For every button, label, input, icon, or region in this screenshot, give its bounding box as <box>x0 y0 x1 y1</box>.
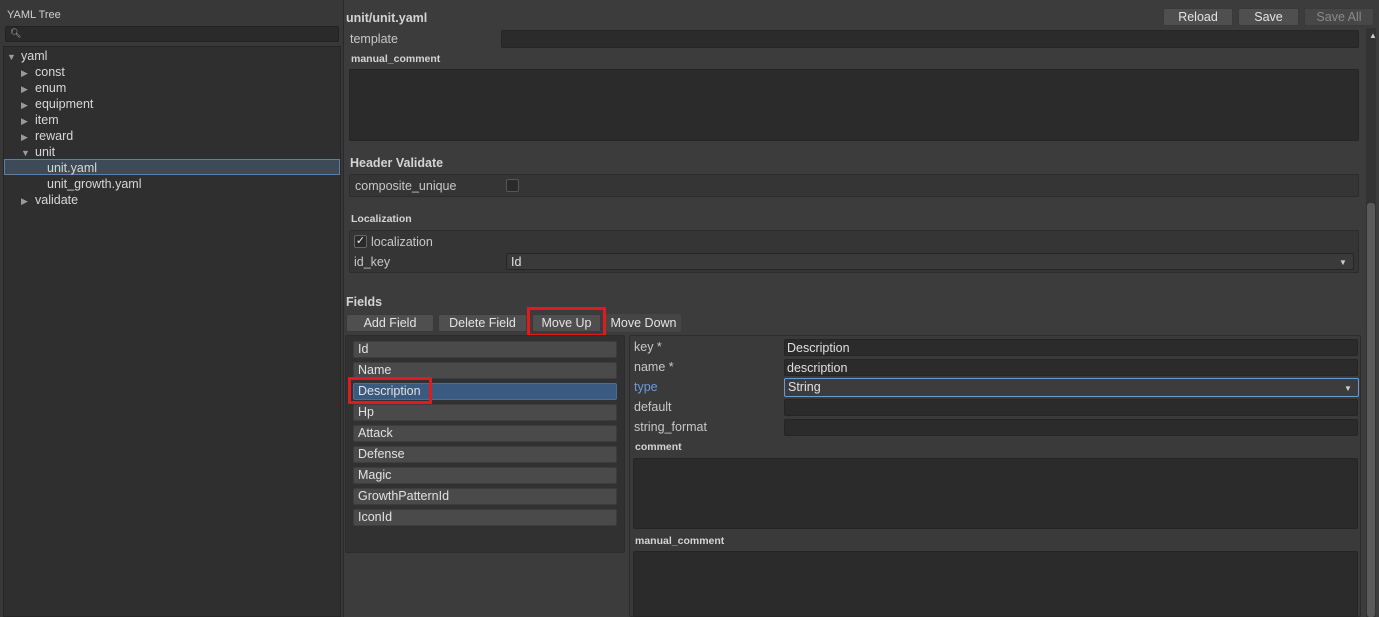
tree-node-label: reward <box>35 129 74 143</box>
template-label: template <box>350 32 398 46</box>
key-value: Description <box>787 341 850 355</box>
header-validate-title: Header Validate <box>350 156 444 170</box>
tree-node-validate[interactable]: ▶ validate <box>21 192 78 208</box>
default-input[interactable] <box>784 399 1358 416</box>
field-item-defense[interactable]: Defense <box>353 446 617 463</box>
tree-node-label: equipment <box>35 97 94 111</box>
editor-panel: unit/unit.yaml Reload Save Save All temp… <box>344 0 1379 617</box>
field-item-hp[interactable]: Hp <box>353 404 617 421</box>
localization-label: localization <box>371 235 433 249</box>
name-value: description <box>787 361 848 375</box>
collapsed-arrow-icon[interactable]: ▶ <box>21 81 35 97</box>
field-item-id[interactable]: Id <box>353 341 617 358</box>
collapsed-arrow-icon[interactable]: ▶ <box>21 193 35 209</box>
yaml-tree-panel: YAML Tree 🔍︎ ▼ yaml ▶ const ▶ enum ▶ equipme… <box>0 0 344 617</box>
file-title: unit/unit.yaml <box>346 11 428 25</box>
tree-node-label: unit.yaml <box>47 161 98 175</box>
localization-panel: ✓ localization id_key Id ▼ <box>349 230 1359 273</box>
name-input[interactable]: description <box>784 359 1358 376</box>
vertical-scrollbar[interactable] <box>1366 28 1376 617</box>
field-item-growthpatternid[interactable]: GrowthPatternId <box>353 488 617 505</box>
tree-node-label: item <box>35 113 59 127</box>
key-input[interactable]: Description <box>784 339 1358 356</box>
id-key-label: id_key <box>354 255 391 269</box>
tree-node-unit-yaml[interactable]: unit.yaml <box>4 159 340 175</box>
scrollbar-thumb[interactable] <box>1367 203 1375 617</box>
field-list-panel: Id Name Description Hp Attack Defense Ma… <box>345 335 625 553</box>
tree-node-unit[interactable]: ▼ unit <box>21 144 55 160</box>
tree-node-enum[interactable]: ▶ enum <box>21 80 66 96</box>
field-item-iconid[interactable]: IconId <box>353 509 617 526</box>
composite-unique-checkbox[interactable] <box>506 179 519 192</box>
tree-node-unit-growth-yaml[interactable]: unit_growth.yaml <box>47 176 142 192</box>
detail-manual-comment-label: manual_comment <box>635 535 725 547</box>
tree-node-const[interactable]: ▶ const <box>21 64 65 80</box>
collapsed-arrow-icon[interactable]: ▶ <box>21 97 35 113</box>
localization-checkbox[interactable]: ✓ <box>354 235 367 248</box>
tree-view: ▼ yaml ▶ const ▶ enum ▶ equipment ▶ item ▶ rew… <box>3 46 341 617</box>
field-item-name[interactable]: Name <box>353 362 617 379</box>
tree-node-equipment[interactable]: ▶ equipment <box>21 96 93 112</box>
yaml-tree-title: YAML Tree <box>7 9 61 21</box>
search-icon: 🔍︎ <box>10 28 22 38</box>
string-format-label: string_format <box>634 420 707 434</box>
expanded-arrow-icon[interactable]: ▼ <box>7 49 21 65</box>
collapsed-arrow-icon[interactable]: ▶ <box>21 113 35 129</box>
type-dropdown[interactable]: String ▼ <box>784 378 1359 397</box>
checkmark-icon: ✓ <box>355 235 366 247</box>
chevron-down-icon: ▼ <box>1344 384 1352 393</box>
header-validate-panel: composite_unique <box>349 174 1359 197</box>
field-item-description[interactable]: Description <box>353 383 617 400</box>
move-up-button[interactable]: Move Up <box>532 314 601 332</box>
tree-node-label: validate <box>35 193 79 207</box>
field-item-attack[interactable]: Attack <box>353 425 617 442</box>
collapsed-arrow-icon[interactable]: ▶ <box>21 65 35 81</box>
tree-node-item[interactable]: ▶ item <box>21 112 59 128</box>
type-value: String <box>788 380 821 394</box>
template-input[interactable] <box>501 30 1359 48</box>
field-detail-panel: key * Description name * description typ… <box>629 335 1361 617</box>
id-key-value: Id <box>511 255 522 269</box>
save-all-button[interactable]: Save All <box>1304 8 1374 26</box>
tree-node-reward[interactable]: ▶ reward <box>21 128 73 144</box>
id-key-dropdown[interactable]: Id ▼ <box>506 253 1354 270</box>
reload-button[interactable]: Reload <box>1163 8 1233 26</box>
composite-unique-label: composite_unique <box>355 179 457 193</box>
name-label: name * <box>634 360 674 374</box>
manual-comment-label: manual_comment <box>351 53 441 65</box>
key-label: key * <box>634 340 662 354</box>
tree-node-label: const <box>35 65 65 79</box>
save-button[interactable]: Save <box>1238 8 1299 26</box>
tree-search-input[interactable]: 🔍︎ <box>5 26 339 42</box>
type-label: type <box>634 380 658 394</box>
detail-manual-comment-textarea[interactable] <box>633 551 1358 617</box>
tree-node-yaml[interactable]: ▼ yaml <box>7 48 47 64</box>
add-field-button[interactable]: Add Field <box>346 314 434 332</box>
chevron-down-icon: ▼ <box>1339 258 1347 267</box>
manual-comment-textarea[interactable] <box>349 69 1359 141</box>
field-item-magic[interactable]: Magic <box>353 467 617 484</box>
comment-label: comment <box>635 441 682 453</box>
move-down-button[interactable]: Move Down <box>606 314 681 332</box>
string-format-input[interactable] <box>784 419 1358 436</box>
tree-node-label: enum <box>35 81 67 95</box>
fields-title: Fields <box>346 295 383 309</box>
collapsed-arrow-icon[interactable]: ▶ <box>21 129 35 145</box>
default-label: default <box>634 400 672 414</box>
scroll-up-arrow-icon[interactable]: ▲ <box>1369 31 1377 40</box>
localization-section-title: Localization <box>351 213 412 225</box>
tree-node-label: yaml <box>21 49 48 63</box>
tree-node-label: unit_growth.yaml <box>47 177 142 191</box>
delete-field-button[interactable]: Delete Field <box>438 314 527 332</box>
tree-node-label: unit <box>35 145 56 159</box>
comment-textarea[interactable] <box>633 458 1358 529</box>
